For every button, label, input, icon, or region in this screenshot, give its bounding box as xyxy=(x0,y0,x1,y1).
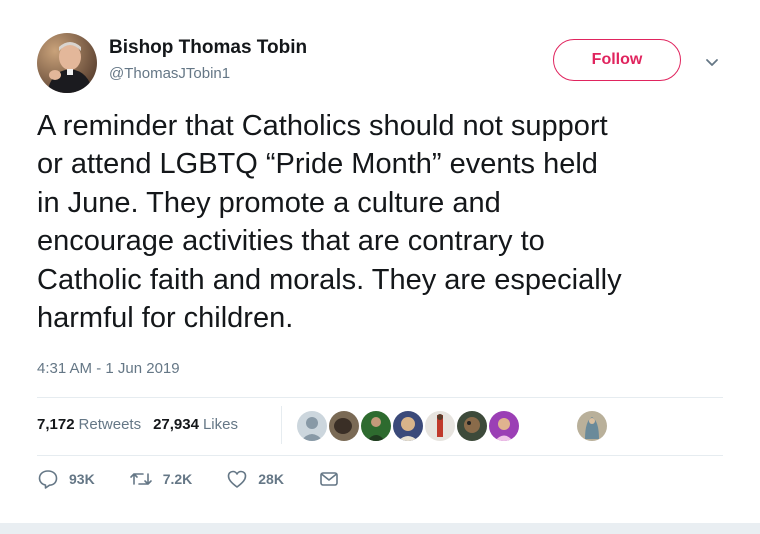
direct-message-button[interactable] xyxy=(318,468,340,490)
likes-label: Likes xyxy=(202,416,238,433)
mail-icon xyxy=(318,468,340,490)
liker-avatar[interactable] xyxy=(360,410,392,442)
divider xyxy=(37,397,723,398)
liker-avatar[interactable] xyxy=(488,410,520,442)
chevron-down-icon[interactable] xyxy=(702,52,722,72)
tweet-timestamp[interactable]: 4:31 AM - 1 Jun 2019 xyxy=(37,360,180,377)
like-button[interactable]: 28K xyxy=(226,468,284,490)
like-count: 28K xyxy=(258,471,284,487)
tweet-card: Bishop Thomas Tobin @ThomasJTobin1 Follo… xyxy=(0,0,760,534)
reply-button[interactable]: 93K xyxy=(37,468,95,490)
tweet-actions: 93K 7.2K 28K xyxy=(37,468,374,490)
heart-icon xyxy=(226,468,248,490)
liker-avatar[interactable] xyxy=(424,410,456,442)
liker-avatar[interactable] xyxy=(328,410,360,442)
retweet-count: 7.2K xyxy=(162,471,193,487)
retweets-count: 7,172 xyxy=(37,416,75,433)
author-handle[interactable]: @ThomasJTobin1 xyxy=(109,65,230,82)
divider xyxy=(37,455,723,456)
author-name[interactable]: Bishop Thomas Tobin xyxy=(109,37,307,59)
likes-stat[interactable]: 27,934 Likes xyxy=(153,416,238,433)
author-avatar[interactable] xyxy=(37,33,97,93)
tweet-text: A reminder that Catholics should not sup… xyxy=(37,110,622,335)
stats-separator xyxy=(281,406,282,444)
reply-count: 93K xyxy=(69,471,95,487)
liker-avatar[interactable] xyxy=(456,410,488,442)
engagement-stats: 7,172 Retweets 27,934 Likes xyxy=(37,416,238,433)
reply-icon xyxy=(37,468,59,490)
liker-avatar[interactable] xyxy=(576,410,608,442)
retweets-stat[interactable]: 7,172 Retweets xyxy=(37,416,141,433)
retweets-label: Retweets xyxy=(78,416,142,433)
liker-avatar[interactable] xyxy=(296,410,328,442)
retweet-button[interactable]: 7.2K xyxy=(129,468,193,490)
likes-count: 27,934 xyxy=(153,416,199,433)
follow-button[interactable]: Follow xyxy=(553,39,681,81)
retweet-icon xyxy=(129,468,153,490)
page-bottom-strip xyxy=(0,523,760,534)
liker-avatar[interactable] xyxy=(392,410,424,442)
